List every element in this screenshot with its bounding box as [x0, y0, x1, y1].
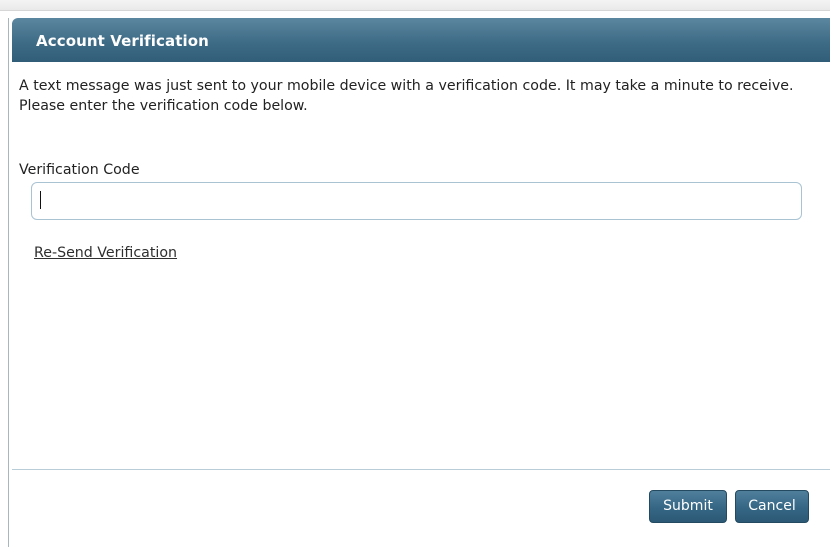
submit-button[interactable]: Submit [649, 490, 727, 523]
dialog-header: Account Verification [12, 18, 830, 62]
verification-code-input[interactable] [31, 182, 802, 220]
text-caret [40, 191, 41, 209]
verification-message: A text message was just sent to your mob… [19, 78, 794, 114]
verification-code-label: Verification Code [19, 162, 140, 178]
resend-verification-link[interactable]: Re-Send Verification [34, 245, 177, 261]
cancel-button[interactable]: Cancel [735, 490, 809, 523]
dialog-title: Account Verification [36, 32, 209, 50]
top-divider [0, 0, 830, 11]
footer-divider [12, 469, 830, 470]
verification-window: Account Verification A text message was … [0, 0, 830, 547]
